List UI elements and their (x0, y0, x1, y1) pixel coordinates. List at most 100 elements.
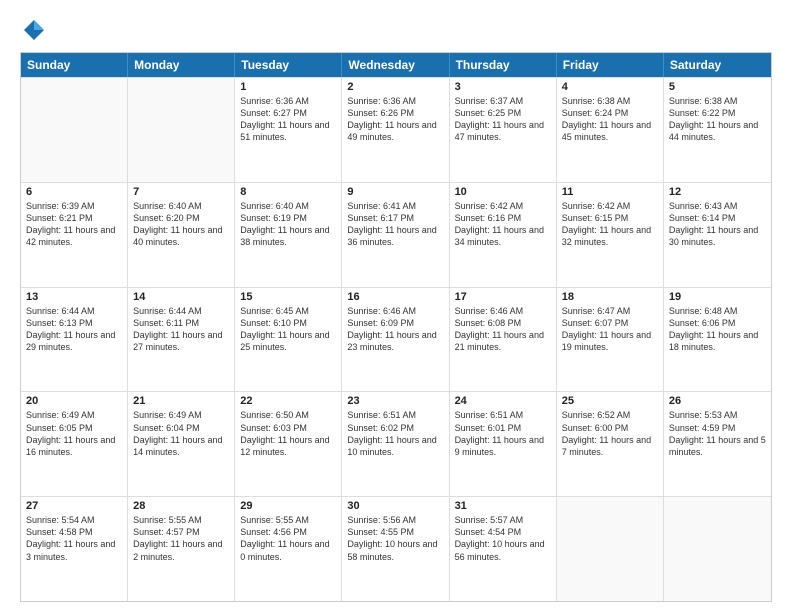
cell-info: Sunrise: 6:36 AM Sunset: 6:27 PM Dayligh… (240, 95, 336, 144)
day-number: 28 (133, 500, 229, 512)
cal-cell: 8Sunrise: 6:40 AM Sunset: 6:19 PM Daylig… (235, 183, 342, 287)
cell-info: Sunrise: 6:36 AM Sunset: 6:26 PM Dayligh… (347, 95, 443, 144)
cell-info: Sunrise: 6:50 AM Sunset: 6:03 PM Dayligh… (240, 409, 336, 458)
day-number: 22 (240, 395, 336, 407)
cell-info: Sunrise: 6:39 AM Sunset: 6:21 PM Dayligh… (26, 200, 122, 249)
calendar: SundayMondayTuesdayWednesdayThursdayFrid… (20, 52, 772, 602)
day-number: 18 (562, 291, 658, 303)
cell-info: Sunrise: 5:55 AM Sunset: 4:56 PM Dayligh… (240, 514, 336, 563)
cal-cell: 31 Sunrise: 5:57 AM Sunset: 4:54 PM Dayli… (450, 497, 557, 601)
cal-cell: 1Sunrise: 6:36 AM Sunset: 6:27 PM Daylig… (235, 78, 342, 182)
cal-cell: 7Sunrise: 6:40 AM Sunset: 6:20 PM Daylig… (128, 183, 235, 287)
cal-cell: 13Sunrise: 6:44 AM Sunset: 6:13 PM Dayli… (21, 288, 128, 392)
cal-cell: 18 Sunrise: 6:47 AM Sunset: 6:07 PM Dayli… (557, 288, 664, 392)
cal-cell: 10 Sunrise: 6:42 AM Sunset: 6:16 PM Dayli… (450, 183, 557, 287)
day-number: 26 (669, 395, 766, 407)
cal-cell: 3 Sunrise: 6:37 AM Sunset: 6:25 PM Daylig… (450, 78, 557, 182)
cell-info: Sunrise: 6:37 AM Sunset: 6:25 PM Dayligh… (455, 95, 551, 144)
calendar-body: 1Sunrise: 6:36 AM Sunset: 6:27 PM Daylig… (21, 77, 771, 601)
day-number: 24 (455, 395, 551, 407)
cal-row-4: 27 Sunrise: 5:54 AM Sunset: 4:58 PM Dayli… (21, 496, 771, 601)
cell-info: Sunrise: 6:51 AM Sunset: 6:02 PM Dayligh… (347, 409, 443, 458)
day-number: 14 (133, 291, 229, 303)
cell-info: Sunrise: 6:47 AM Sunset: 6:07 PM Dayligh… (562, 305, 658, 354)
cal-cell: 14 Sunrise: 6:44 AM Sunset: 6:11 PM Dayli… (128, 288, 235, 392)
cal-cell: 2 Sunrise: 6:36 AM Sunset: 6:26 PM Daylig… (342, 78, 449, 182)
day-number: 5 (669, 81, 766, 93)
cell-info: Sunrise: 5:57 AM Sunset: 4:54 PM Dayligh… (455, 514, 551, 563)
cal-cell (21, 78, 128, 182)
day-number: 6 (26, 186, 122, 198)
cal-cell: 23 Sunrise: 6:51 AM Sunset: 6:02 PM Dayli… (342, 392, 449, 496)
cal-cell: 20 Sunrise: 6:49 AM Sunset: 6:05 PM Dayli… (21, 392, 128, 496)
cal-cell: 22 Sunrise: 6:50 AM Sunset: 6:03 PM Dayli… (235, 392, 342, 496)
day-number: 10 (455, 186, 551, 198)
day-number: 25 (562, 395, 658, 407)
day-number: 30 (347, 500, 443, 512)
day-number: 31 (455, 500, 551, 512)
day-number: 17 (455, 291, 551, 303)
cal-cell: 6 Sunrise: 6:39 AM Sunset: 6:21 PM Daylig… (21, 183, 128, 287)
day-number: 9 (347, 186, 443, 198)
cal-cell: 5Sunrise: 6:38 AM Sunset: 6:22 PM Daylig… (664, 78, 771, 182)
cal-cell: 28Sunrise: 5:55 AM Sunset: 4:57 PM Dayli… (128, 497, 235, 601)
cal-cell: 15Sunrise: 6:45 AM Sunset: 6:10 PM Dayli… (235, 288, 342, 392)
cal-cell (128, 78, 235, 182)
cal-cell: 25Sunrise: 6:52 AM Sunset: 6:00 PM Dayli… (557, 392, 664, 496)
page: SundayMondayTuesdayWednesdayThursdayFrid… (0, 0, 792, 612)
cal-row-2: 13Sunrise: 6:44 AM Sunset: 6:13 PM Dayli… (21, 287, 771, 392)
cell-info: Sunrise: 6:51 AM Sunset: 6:01 PM Dayligh… (455, 409, 551, 458)
cal-cell: 26 Sunrise: 5:53 AM Sunset: 4:59 PM Dayli… (664, 392, 771, 496)
cell-info: Sunrise: 6:44 AM Sunset: 6:13 PM Dayligh… (26, 305, 122, 354)
day-number: 20 (26, 395, 122, 407)
cell-info: Sunrise: 6:46 AM Sunset: 6:09 PM Dayligh… (347, 305, 443, 354)
day-number: 23 (347, 395, 443, 407)
cell-info: Sunrise: 6:45 AM Sunset: 6:10 PM Dayligh… (240, 305, 336, 354)
cal-cell: 16 Sunrise: 6:46 AM Sunset: 6:09 PM Dayli… (342, 288, 449, 392)
cal-cell: 12 Sunrise: 6:43 AM Sunset: 6:14 PM Dayli… (664, 183, 771, 287)
day-number: 12 (669, 186, 766, 198)
cal-cell: 4Sunrise: 6:38 AM Sunset: 6:24 PM Daylig… (557, 78, 664, 182)
cal-row-3: 20 Sunrise: 6:49 AM Sunset: 6:05 PM Dayli… (21, 391, 771, 496)
cal-cell (664, 497, 771, 601)
cell-info: Sunrise: 5:56 AM Sunset: 4:55 PM Dayligh… (347, 514, 443, 563)
day-number: 29 (240, 500, 336, 512)
cell-info: Sunrise: 6:40 AM Sunset: 6:19 PM Dayligh… (240, 200, 336, 249)
cal-cell: 9 Sunrise: 6:41 AM Sunset: 6:17 PM Daylig… (342, 183, 449, 287)
cell-info: Sunrise: 6:49 AM Sunset: 6:04 PM Dayligh… (133, 409, 229, 458)
header-day-friday: Friday (557, 53, 664, 77)
cell-info: Sunrise: 6:49 AM Sunset: 6:05 PM Dayligh… (26, 409, 122, 458)
cal-cell: 30 Sunrise: 5:56 AM Sunset: 4:55 PM Dayli… (342, 497, 449, 601)
cell-info: Sunrise: 6:43 AM Sunset: 6:14 PM Dayligh… (669, 200, 766, 249)
header-day-saturday: Saturday (664, 53, 771, 77)
day-number: 11 (562, 186, 658, 198)
cell-info: Sunrise: 5:53 AM Sunset: 4:59 PM Dayligh… (669, 409, 766, 458)
cell-info: Sunrise: 5:54 AM Sunset: 4:58 PM Dayligh… (26, 514, 122, 563)
cal-row-0: 1Sunrise: 6:36 AM Sunset: 6:27 PM Daylig… (21, 77, 771, 182)
header-day-thursday: Thursday (450, 53, 557, 77)
day-number: 4 (562, 81, 658, 93)
cal-row-1: 6 Sunrise: 6:39 AM Sunset: 6:21 PM Daylig… (21, 182, 771, 287)
cal-cell: 11 Sunrise: 6:42 AM Sunset: 6:15 PM Dayli… (557, 183, 664, 287)
cell-info: Sunrise: 6:40 AM Sunset: 6:20 PM Dayligh… (133, 200, 229, 249)
cal-cell: 29 Sunrise: 5:55 AM Sunset: 4:56 PM Dayli… (235, 497, 342, 601)
header (20, 16, 772, 44)
cal-cell: 24 Sunrise: 6:51 AM Sunset: 6:01 PM Dayli… (450, 392, 557, 496)
cal-cell: 27 Sunrise: 5:54 AM Sunset: 4:58 PM Dayli… (21, 497, 128, 601)
cell-info: Sunrise: 6:42 AM Sunset: 6:15 PM Dayligh… (562, 200, 658, 249)
logo (20, 16, 52, 44)
header-day-sunday: Sunday (21, 53, 128, 77)
cell-info: Sunrise: 6:41 AM Sunset: 6:17 PM Dayligh… (347, 200, 443, 249)
day-number: 3 (455, 81, 551, 93)
cal-cell: 19Sunrise: 6:48 AM Sunset: 6:06 PM Dayli… (664, 288, 771, 392)
cell-info: Sunrise: 6:46 AM Sunset: 6:08 PM Dayligh… (455, 305, 551, 354)
cell-info: Sunrise: 6:42 AM Sunset: 6:16 PM Dayligh… (455, 200, 551, 249)
day-number: 16 (347, 291, 443, 303)
cal-cell: 17 Sunrise: 6:46 AM Sunset: 6:08 PM Dayli… (450, 288, 557, 392)
header-day-monday: Monday (128, 53, 235, 77)
cal-cell (557, 497, 664, 601)
day-number: 27 (26, 500, 122, 512)
cell-info: Sunrise: 6:44 AM Sunset: 6:11 PM Dayligh… (133, 305, 229, 354)
day-number: 2 (347, 81, 443, 93)
cell-info: Sunrise: 6:48 AM Sunset: 6:06 PM Dayligh… (669, 305, 766, 354)
